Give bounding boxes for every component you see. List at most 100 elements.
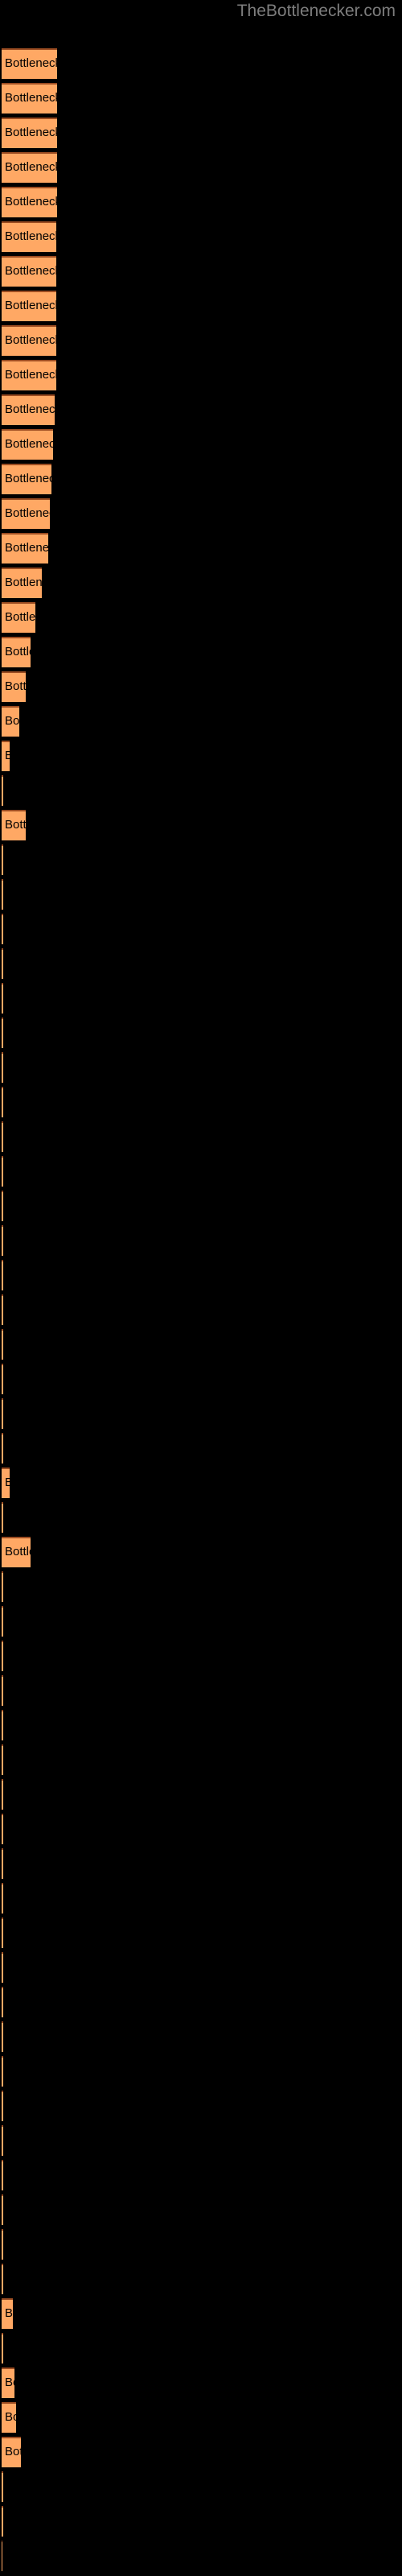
bar[interactable] — [2, 2125, 3, 2156]
bar-row[interactable]: Bottleneck result — [2, 429, 53, 460]
bar[interactable] — [2, 1918, 3, 1948]
bar-row[interactable]: Bottleneck result — [2, 533, 48, 564]
bar-row[interactable]: Bottleneck result — [2, 1052, 3, 1083]
bar[interactable] — [2, 1883, 3, 1913]
bar-row[interactable]: Bottleneck result — [2, 914, 3, 944]
bar-row[interactable]: Bottleneck result — [2, 291, 56, 321]
bar-row[interactable]: Bottleneck result — [2, 775, 3, 806]
bar-row[interactable]: Bottleneck result — [2, 221, 56, 252]
bar-row[interactable]: Bottleneck result — [2, 741, 10, 771]
bar-row[interactable]: Bottleneck result — [2, 1537, 31, 1567]
bar[interactable] — [2, 879, 3, 910]
bar-row[interactable]: Bottleneck result — [2, 2402, 16, 2433]
bar[interactable] — [2, 844, 3, 875]
bar[interactable] — [2, 1156, 3, 1187]
bar[interactable] — [2, 1364, 3, 1394]
bar[interactable] — [2, 187, 57, 217]
bar-row[interactable]: Bottleneck result — [2, 602, 35, 633]
bar[interactable] — [2, 1225, 3, 1256]
bar-row[interactable]: Bottleneck result — [2, 1814, 3, 1844]
bar-row[interactable]: Bottleneck result — [2, 2056, 3, 2087]
bar-row[interactable]: Bottleneck result — [2, 152, 57, 183]
bar-row[interactable]: Bottleneck result — [2, 1675, 3, 1706]
bar-row[interactable]: Bottleneck result — [2, 948, 3, 979]
bar-row[interactable]: Bottleneck result — [2, 2506, 3, 2537]
bar-row[interactable]: Bottleneck result — [2, 2471, 3, 2502]
bar[interactable] — [2, 1468, 10, 1498]
bar[interactable] — [2, 914, 3, 944]
bar[interactable] — [2, 1294, 3, 1325]
bar-row[interactable]: Bottleneck result — [2, 844, 3, 875]
bar[interactable] — [2, 948, 3, 979]
bar[interactable] — [2, 1121, 3, 1152]
bar[interactable] — [2, 2229, 3, 2260]
bar[interactable] — [2, 741, 10, 771]
bar[interactable] — [2, 775, 3, 806]
bar-row[interactable]: Bottleneck result — [2, 1398, 3, 1429]
bar[interactable] — [2, 48, 57, 79]
bar-row[interactable]: Bottleneck result — [2, 1710, 3, 1740]
bar-row[interactable]: Bottleneck result — [2, 1744, 3, 1775]
bar[interactable] — [2, 671, 26, 702]
bar-row[interactable]: Bottleneck result — [2, 1329, 3, 1360]
bar-row[interactable]: Bottleneck result — [2, 1606, 3, 1637]
bar-row[interactable]: Bottleneck result — [2, 1987, 3, 2017]
bar-row[interactable]: Bottleneck result — [2, 360, 56, 390]
bar-row[interactable]: Bottleneck result — [2, 394, 55, 425]
bar-row[interactable]: Bottleneck result — [2, 879, 3, 910]
bar-row[interactable]: Bottleneck result — [2, 568, 42, 598]
bar[interactable] — [2, 1398, 3, 1429]
bar-row[interactable]: Bottleneck result — [2, 1018, 3, 1048]
bar-row[interactable]: Bottleneck result — [2, 2021, 3, 2052]
bar[interactable] — [2, 1571, 3, 1602]
bar[interactable] — [2, 568, 42, 598]
bar[interactable] — [2, 325, 56, 356]
bar[interactable] — [2, 2021, 3, 2052]
bar[interactable] — [2, 2368, 14, 2398]
bar-row[interactable]: Bottleneck result — [2, 1468, 10, 1498]
bar-row[interactable]: Bottleneck result — [2, 1121, 3, 1152]
bar[interactable] — [2, 2298, 13, 2329]
bar[interactable] — [2, 1848, 3, 1879]
bar[interactable] — [2, 1537, 31, 1567]
bar[interactable] — [2, 1710, 3, 1740]
bar-row[interactable]: Bottleneck result — [2, 810, 26, 840]
bar[interactable] — [2, 533, 48, 564]
bar-row[interactable]: Bottleneck result — [2, 187, 57, 217]
bar-row[interactable]: Bottleneck result — [2, 2091, 3, 2121]
bar[interactable] — [2, 2402, 16, 2433]
bar-row[interactable]: Bottleneck result — [2, 1191, 3, 1221]
bar-row[interactable]: Bottleneck result — [2, 1087, 3, 1117]
bar-row[interactable]: Bottleneck result — [2, 1571, 3, 1602]
bar-row[interactable]: Bottleneck result — [2, 118, 57, 148]
bar-row[interactable]: Bottleneck result — [2, 1952, 3, 1983]
bar[interactable] — [2, 118, 57, 148]
bar-row[interactable]: Bottleneck result — [2, 2125, 3, 2156]
bar[interactable] — [2, 1675, 3, 1706]
bar-row[interactable]: Bottleneck result — [2, 1294, 3, 1325]
bar[interactable] — [2, 1987, 3, 2017]
bar-row[interactable]: Bottleneck result — [2, 1260, 3, 1290]
bar[interactable] — [2, 2264, 3, 2294]
bar[interactable] — [2, 256, 56, 287]
bar[interactable] — [2, 394, 55, 425]
bar-row[interactable]: Bottleneck result — [2, 2333, 3, 2363]
bar[interactable] — [2, 1260, 3, 1290]
bar-row[interactable]: Bottleneck result — [2, 2194, 3, 2225]
bar[interactable] — [2, 1329, 3, 1360]
bar-row[interactable]: Bottleneck result — [2, 2160, 3, 2190]
bar-row[interactable]: Bottleneck result — [2, 1918, 3, 1948]
bar[interactable] — [2, 1952, 3, 1983]
bar-row[interactable]: Bottleneck result — [2, 48, 57, 79]
bar-row[interactable]: Bottleneck result — [2, 2229, 3, 2260]
bar[interactable] — [2, 1191, 3, 1221]
bar[interactable] — [2, 983, 3, 1013]
bar[interactable] — [2, 2091, 3, 2121]
bar[interactable] — [2, 1606, 3, 1637]
bar[interactable] — [2, 464, 51, 494]
bar[interactable] — [2, 1018, 3, 1048]
bar[interactable] — [2, 2333, 3, 2363]
bar-row[interactable]: Bottleneck result — [2, 464, 51, 494]
bar[interactable] — [2, 2506, 3, 2537]
bar[interactable] — [2, 498, 50, 529]
